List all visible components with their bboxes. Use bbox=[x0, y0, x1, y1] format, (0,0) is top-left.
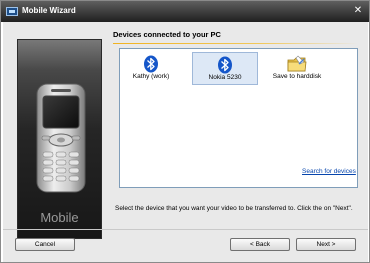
title-bar[interactable]: Mobile Wizard ✕ bbox=[1, 1, 369, 22]
app-icon bbox=[6, 7, 18, 16]
device-item-nokia-5230[interactable]: Nokia 5230 bbox=[192, 52, 258, 85]
window-title: Mobile Wizard bbox=[22, 6, 76, 15]
brand-label: Mobile bbox=[40, 210, 79, 225]
bluetooth-icon bbox=[144, 55, 158, 73]
side-banner: Mobile bbox=[17, 39, 102, 239]
back-button[interactable]: < Back bbox=[230, 238, 290, 251]
heading-divider bbox=[113, 43, 358, 44]
instruction-text: Select the device that you want your vid… bbox=[115, 205, 353, 212]
device-label: Nokia 5230 bbox=[208, 74, 242, 81]
device-label: Save to harddisk bbox=[272, 73, 322, 80]
wizard-window: Mobile Wizard ✕ Mobile Devices connected… bbox=[0, 0, 370, 263]
device-item-save-to-harddisk[interactable]: Save to harddisk bbox=[264, 52, 330, 85]
folder-icon bbox=[287, 55, 307, 72]
cancel-button[interactable]: Cancel bbox=[15, 238, 75, 251]
next-button[interactable]: Next > bbox=[296, 238, 356, 251]
close-button[interactable]: ✕ bbox=[351, 4, 365, 18]
device-item-kathy-work[interactable]: Kathy (work) bbox=[124, 52, 178, 85]
device-list[interactable]: Kathy (work) Nokia 5230 Save to harddisk bbox=[119, 48, 358, 188]
wizard-body: Mobile Devices connected to your PC Kath… bbox=[3, 22, 368, 262]
section-heading: Devices connected to your PC bbox=[113, 30, 221, 39]
mobile-phone-illustration bbox=[36, 83, 86, 193]
footer-divider bbox=[3, 229, 368, 230]
bluetooth-icon bbox=[218, 56, 232, 74]
device-label: Kathy (work) bbox=[132, 73, 170, 80]
search-devices-link[interactable]: Search for devices bbox=[302, 168, 356, 175]
